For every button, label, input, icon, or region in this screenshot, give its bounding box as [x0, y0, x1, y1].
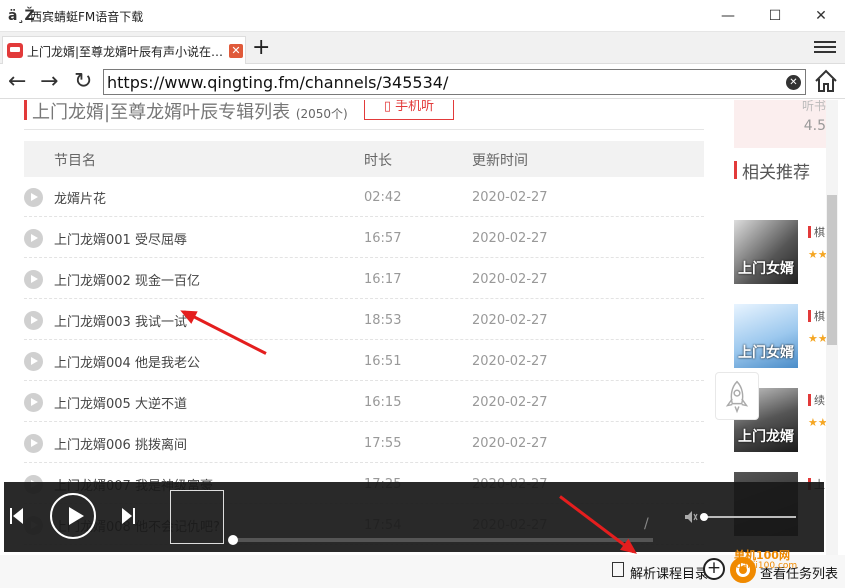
document-icon[interactable] [612, 562, 624, 577]
star-rating-icon: ★★ [808, 416, 828, 429]
recommend-cover[interactable]: 上门女婿 [734, 304, 798, 368]
recommend-title: 相关推荐 [742, 163, 810, 183]
star-rating-icon: ★★ [808, 248, 828, 261]
parse-catalog-button[interactable]: 解析课程目录 [630, 563, 708, 582]
minimize-button[interactable]: — [708, 4, 748, 28]
maximize-button[interactable]: ☐ [755, 4, 795, 28]
accent-bar [734, 161, 737, 179]
app-icon: ä¸Ž [8, 8, 35, 24]
play-episode-icon[interactable] [24, 311, 43, 330]
clear-url-icon[interactable]: ✕ [786, 75, 801, 90]
episode-name[interactable]: 上门龙婿002 现金一百亿 [54, 270, 200, 289]
navigation-bar: ← → ↻ https://www.qingting.fm/channels/3… [0, 65, 845, 99]
forward-button[interactable]: → [40, 70, 58, 94]
audio-player: / [4, 482, 824, 552]
progress-knob[interactable] [228, 535, 238, 545]
play-icon[interactable] [50, 493, 96, 539]
play-episode-icon[interactable] [24, 188, 43, 207]
episode-duration: 16:17 [364, 272, 402, 287]
column-header-name: 节目名 [54, 153, 96, 169]
episode-name[interactable]: 上门龙婿005 大逆不道 [54, 393, 187, 412]
accent-bar [24, 100, 27, 120]
address-bar[interactable]: https://www.qingting.fm/channels/345534/… [103, 69, 806, 95]
episode-duration: 16:15 [364, 395, 402, 410]
vertical-scrollbar[interactable] [826, 100, 838, 588]
episode-name[interactable]: 上门龙婿001 受尽屈辱 [54, 229, 187, 248]
episode-name[interactable]: 上门龙婿006 挑拨离间 [54, 434, 187, 453]
column-header-date: 更新时间 [472, 153, 528, 169]
close-window-button[interactable]: ✕ [801, 4, 841, 28]
page-content: 上门龙婿|至尊龙婿叶辰专辑列表 (2050个) ▯ 手机听 节目名 时长 更新时… [0, 100, 845, 588]
phone-listen-button[interactable]: ▯ 手机听 [364, 100, 454, 120]
table-row[interactable]: 上门龙婿003 我试一试 18:53 2020-02-27 [24, 299, 704, 340]
home-icon[interactable] [813, 68, 839, 94]
table-row[interactable]: 上门龙婿004 他是我老公 16:51 2020-02-27 [24, 340, 704, 381]
url-text[interactable]: https://www.qingting.fm/channels/345534/ [107, 73, 448, 92]
episode-name[interactable]: 上门龙婿004 他是我老公 [54, 352, 200, 371]
window-title: 西宾蜻蜓FM语音下载 [30, 10, 144, 24]
recommend-cover[interactable]: 上门女婿 [734, 220, 798, 284]
scrollbar-thumb[interactable] [827, 195, 837, 345]
table-row[interactable]: 上门龙婿001 受尽屈辱 16:57 2020-02-27 [24, 217, 704, 258]
time-separator: / [644, 516, 649, 532]
rating-box: 听书 4.5 [734, 100, 832, 148]
episode-date: 2020-02-27 [472, 436, 548, 451]
rating-label: 听书 [801, 100, 826, 113]
add-icon[interactable]: + [703, 558, 725, 580]
play-episode-icon[interactable] [24, 352, 43, 371]
episode-duration: 16:51 [364, 354, 402, 369]
table-row[interactable]: 上门龙婿002 现金一百亿 16:17 2020-02-27 [24, 258, 704, 299]
qingting-favicon-icon [7, 43, 23, 58]
episode-date: 2020-02-27 [472, 272, 548, 287]
now-playing-cover [170, 490, 224, 544]
new-tab-button[interactable]: + [252, 36, 270, 60]
episode-date: 2020-02-27 [472, 190, 548, 205]
divider [24, 129, 704, 130]
menu-icon[interactable] [814, 38, 836, 58]
volume-slider[interactable] [704, 516, 796, 518]
star-rating-icon: ★★ [808, 332, 828, 345]
episode-date: 2020-02-27 [472, 231, 548, 246]
table-header: 节目名 时长 更新时间 [24, 141, 704, 177]
play-episode-icon[interactable] [24, 393, 43, 412]
play-episode-icon[interactable] [24, 270, 43, 289]
episode-date: 2020-02-27 [472, 395, 548, 410]
episode-date: 2020-02-27 [472, 354, 548, 369]
episode-duration: 02:42 [364, 190, 402, 205]
table-row[interactable]: 上门龙婿005 大逆不道 16:15 2020-02-27 [24, 381, 704, 422]
bottom-toolbar: 解析课程目录 + 查看任务列表 单机100网 danji100.com [0, 549, 845, 588]
episode-name[interactable]: 上门龙婿003 我试一试 [54, 311, 187, 330]
episode-count: (2050个) [295, 107, 348, 121]
episode-duration: 17:55 [364, 436, 402, 451]
table-row[interactable]: 上门龙婿006 挑拨离间 17:55 2020-02-27 [24, 422, 704, 463]
play-episode-icon[interactable] [24, 434, 43, 453]
column-header-duration: 时长 [364, 153, 392, 169]
watermark-url: danji100.com [736, 561, 798, 571]
tab-bar: 上门龙婿|至尊龙婿叶辰有声小说在… ✕ [0, 32, 845, 64]
album-header: 上门龙婿|至尊龙婿叶辰专辑列表 (2050个) ▯ 手机听 [24, 100, 704, 128]
tab-title: 上门龙婿|至尊龙婿叶辰有声小说在… [27, 45, 224, 59]
previous-track-icon[interactable] [10, 508, 24, 524]
progress-bar[interactable] [228, 535, 653, 545]
rating-value: 4.5 [803, 118, 826, 134]
album-title: 上门龙婿|至尊龙婿叶辰专辑列表 (2050个) [32, 102, 348, 123]
rocket-icon[interactable] [715, 372, 759, 420]
reload-button[interactable]: ↻ [74, 70, 92, 94]
episode-duration: 18:53 [364, 313, 402, 328]
volume-knob[interactable] [700, 513, 708, 521]
next-track-icon[interactable] [122, 508, 136, 524]
volume-icon[interactable] [684, 510, 698, 524]
play-episode-icon[interactable] [24, 229, 43, 248]
browser-tab[interactable]: 上门龙婿|至尊龙婿叶辰有声小说在… ✕ [2, 36, 246, 64]
close-tab-icon[interactable]: ✕ [229, 44, 243, 58]
table-row[interactable]: 龙婿片花 02:42 2020-02-27 [24, 176, 704, 217]
title-bar: ä¸Ž 西宾蜻蜓FM语音下载 — ☐ ✕ [0, 0, 845, 32]
episode-duration: 16:57 [364, 231, 402, 246]
episode-name[interactable]: 龙婿片花 [54, 188, 106, 207]
episode-date: 2020-02-27 [472, 313, 548, 328]
back-button[interactable]: ← [8, 70, 26, 94]
